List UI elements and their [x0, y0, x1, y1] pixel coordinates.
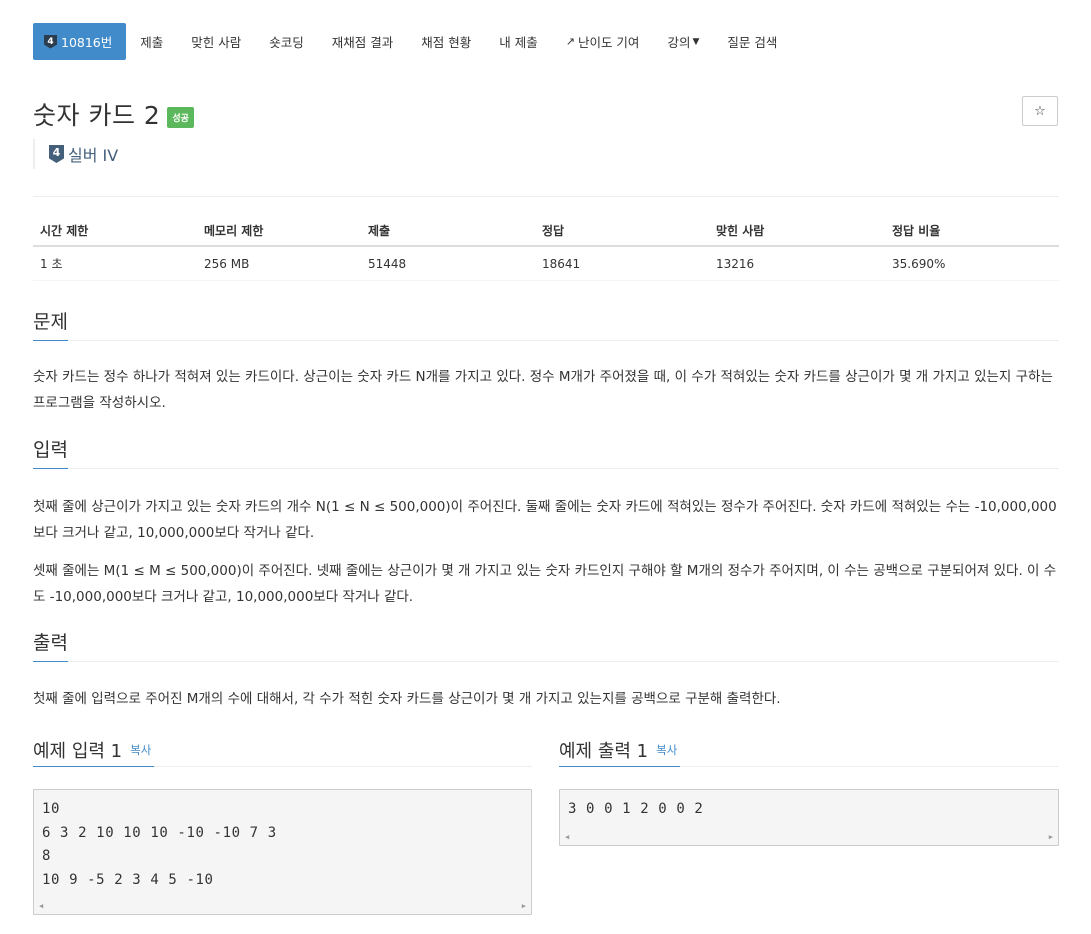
accept-rate-value: 35.690%: [892, 256, 946, 271]
memory-limit-value: 256 MB: [204, 256, 250, 271]
tier-badge-icon: 4: [44, 34, 57, 49]
header-time-limit: 시간 제한: [40, 224, 89, 238]
scroll-left-icon[interactable]: ◀: [565, 833, 569, 841]
star-icon: ☆: [1034, 103, 1046, 119]
scroll-right-icon[interactable]: ▶: [522, 902, 526, 910]
tier-info: 4 실버 IV: [33, 139, 118, 169]
sample-input-heading-wrap: 예제 입력 1 복사: [33, 733, 155, 767]
tab-submit[interactable]: 제출: [126, 23, 177, 60]
copy-sample-output-button[interactable]: 복사: [656, 742, 677, 758]
scroll-track[interactable]: [575, 834, 1043, 840]
input-description-1: 첫째 줄에 상근이가 가지고 있는 숫자 카드의 개수 N(1 ≤ N ≤ 50…: [33, 499, 1057, 541]
solved-users-value: 13216: [716, 256, 755, 271]
tab-judge-status-label: 채점 현황: [421, 35, 472, 50]
external-link-icon: ↗: [565, 35, 575, 48]
sample-input-line: 8: [42, 848, 52, 864]
output-section-header: 출력: [33, 632, 1059, 662]
tab-my-submissions[interactable]: 내 제출: [485, 23, 551, 60]
tab-my-submissions-label: 내 제출: [499, 35, 538, 50]
input-section-header: 입력: [33, 439, 1059, 469]
sample-output-box[interactable]: 3 0 0 1 2 0 0 2 ◀ ▶: [559, 789, 1059, 846]
sample-input-line: 6 3 2 10 10 10 -10 -10 7 3: [42, 824, 277, 841]
tab-submit-label: 제출: [140, 35, 164, 50]
problem-title-row: 숫자 카드 2 성공: [33, 96, 194, 132]
time-limit-value: 1 초: [40, 257, 63, 271]
tab-rejudge-results-label: 재채점 결과: [331, 35, 394, 50]
sample-input-line: 10 9 -5 2 3 4 5 -10: [42, 871, 214, 888]
tab-question-search-label: 질문 검색: [727, 35, 778, 50]
tab-problem-label: 10816번: [61, 35, 113, 50]
tab-solved-users-label: 맞힌 사람: [191, 35, 242, 50]
header-accept-rate: 정답 비율: [892, 224, 941, 238]
output-description: 첫째 줄에 입력으로 주어진 M개의 수에 대해서, 각 수가 적힌 숫자 카드…: [33, 691, 781, 707]
header-memory-limit: 메모리 제한: [204, 224, 264, 238]
sample-input-line: 10: [42, 801, 61, 817]
favorite-star-button[interactable]: ☆: [1022, 96, 1058, 126]
horizontal-scrollbar[interactable]: ◀ ▶: [560, 829, 1058, 845]
problem-stats-table: 시간 제한 메모리 제한 제출 정답 맞힌 사람 정답 비율 1 초 256 M…: [33, 216, 1059, 281]
problem-title: 숫자 카드 2: [33, 101, 161, 130]
tab-lectures-label: 강의: [667, 35, 691, 50]
header-solved-users: 맞힌 사람: [716, 224, 765, 238]
scroll-right-icon[interactable]: ▶: [1049, 833, 1053, 841]
copy-sample-input-button[interactable]: 복사: [130, 742, 151, 758]
tab-rejudge-results[interactable]: 재채점 결과: [318, 23, 407, 60]
sample-output-line: 3 0 0 1 2 0 0 2: [568, 801, 704, 817]
output-heading: 출력: [33, 632, 68, 662]
tab-short-coding-label: 숏코딩: [269, 35, 304, 50]
header-submissions: 제출: [368, 224, 391, 238]
table-header-row: 시간 제한 메모리 제한 제출 정답 맞힌 사람 정답 비율: [33, 216, 1059, 247]
problem-menu: 4 10816번 제출 맞힌 사람 숏코딩 재채점 결과 채점 현황 내 제출 …: [33, 23, 791, 60]
tab-judge-status[interactable]: 채점 현황: [407, 23, 485, 60]
problem-description: 숫자 카드는 정수 하나가 적혀져 있는 카드이다. 상근이는 숫자 카드 N개…: [33, 369, 1053, 411]
tab-question-search[interactable]: 질문 검색: [713, 23, 791, 60]
tab-difficulty-label: 난이도 기여: [577, 35, 640, 50]
accepted-value: 18641: [542, 256, 581, 271]
tab-problem[interactable]: 4 10816번: [33, 23, 127, 60]
scroll-track[interactable]: [49, 903, 516, 909]
sample-input-heading: 예제 입력 1: [33, 740, 123, 762]
status-badge: 성공: [167, 106, 194, 128]
sample-output-header: 예제 출력 1 복사: [559, 733, 1059, 767]
tier-label[interactable]: 실버 IV: [68, 142, 118, 166]
sample-input-box[interactable]: 10 6 3 2 10 10 10 -10 -10 7 3 8 10 9 -5 …: [33, 789, 532, 915]
sample-output-heading: 예제 출력 1: [559, 740, 649, 762]
sample-input-header: 예제 입력 1 복사: [33, 733, 532, 767]
sample-output-heading-wrap: 예제 출력 1 복사: [559, 733, 681, 767]
tab-short-coding[interactable]: 숏코딩: [255, 23, 318, 60]
submissions-value: 51448: [368, 256, 407, 271]
tab-solved-users[interactable]: 맞힌 사람: [177, 23, 255, 60]
input-description-2: 셋째 줄에는 M(1 ≤ M ≤ 500,000)이 주어진다. 넷째 줄에는 …: [33, 563, 1057, 605]
divider: [33, 196, 1059, 197]
tab-lectures[interactable]: 강의 ▼: [653, 23, 713, 60]
description-heading: 문제: [33, 311, 68, 341]
header-accepted: 정답: [542, 224, 565, 238]
tier-icon: 4: [49, 145, 64, 163]
input-heading: 입력: [33, 439, 68, 469]
scroll-left-icon[interactable]: ◀: [39, 902, 43, 910]
horizontal-scrollbar[interactable]: ◀ ▶: [34, 898, 531, 914]
description-section-header: 문제: [33, 311, 1059, 341]
caret-down-icon: ▼: [692, 36, 700, 47]
tab-difficulty-contribution[interactable]: ↗ 난이도 기여: [552, 23, 654, 60]
table-row: 1 초 256 MB 51448 18641 13216 35.690%: [33, 247, 1059, 281]
